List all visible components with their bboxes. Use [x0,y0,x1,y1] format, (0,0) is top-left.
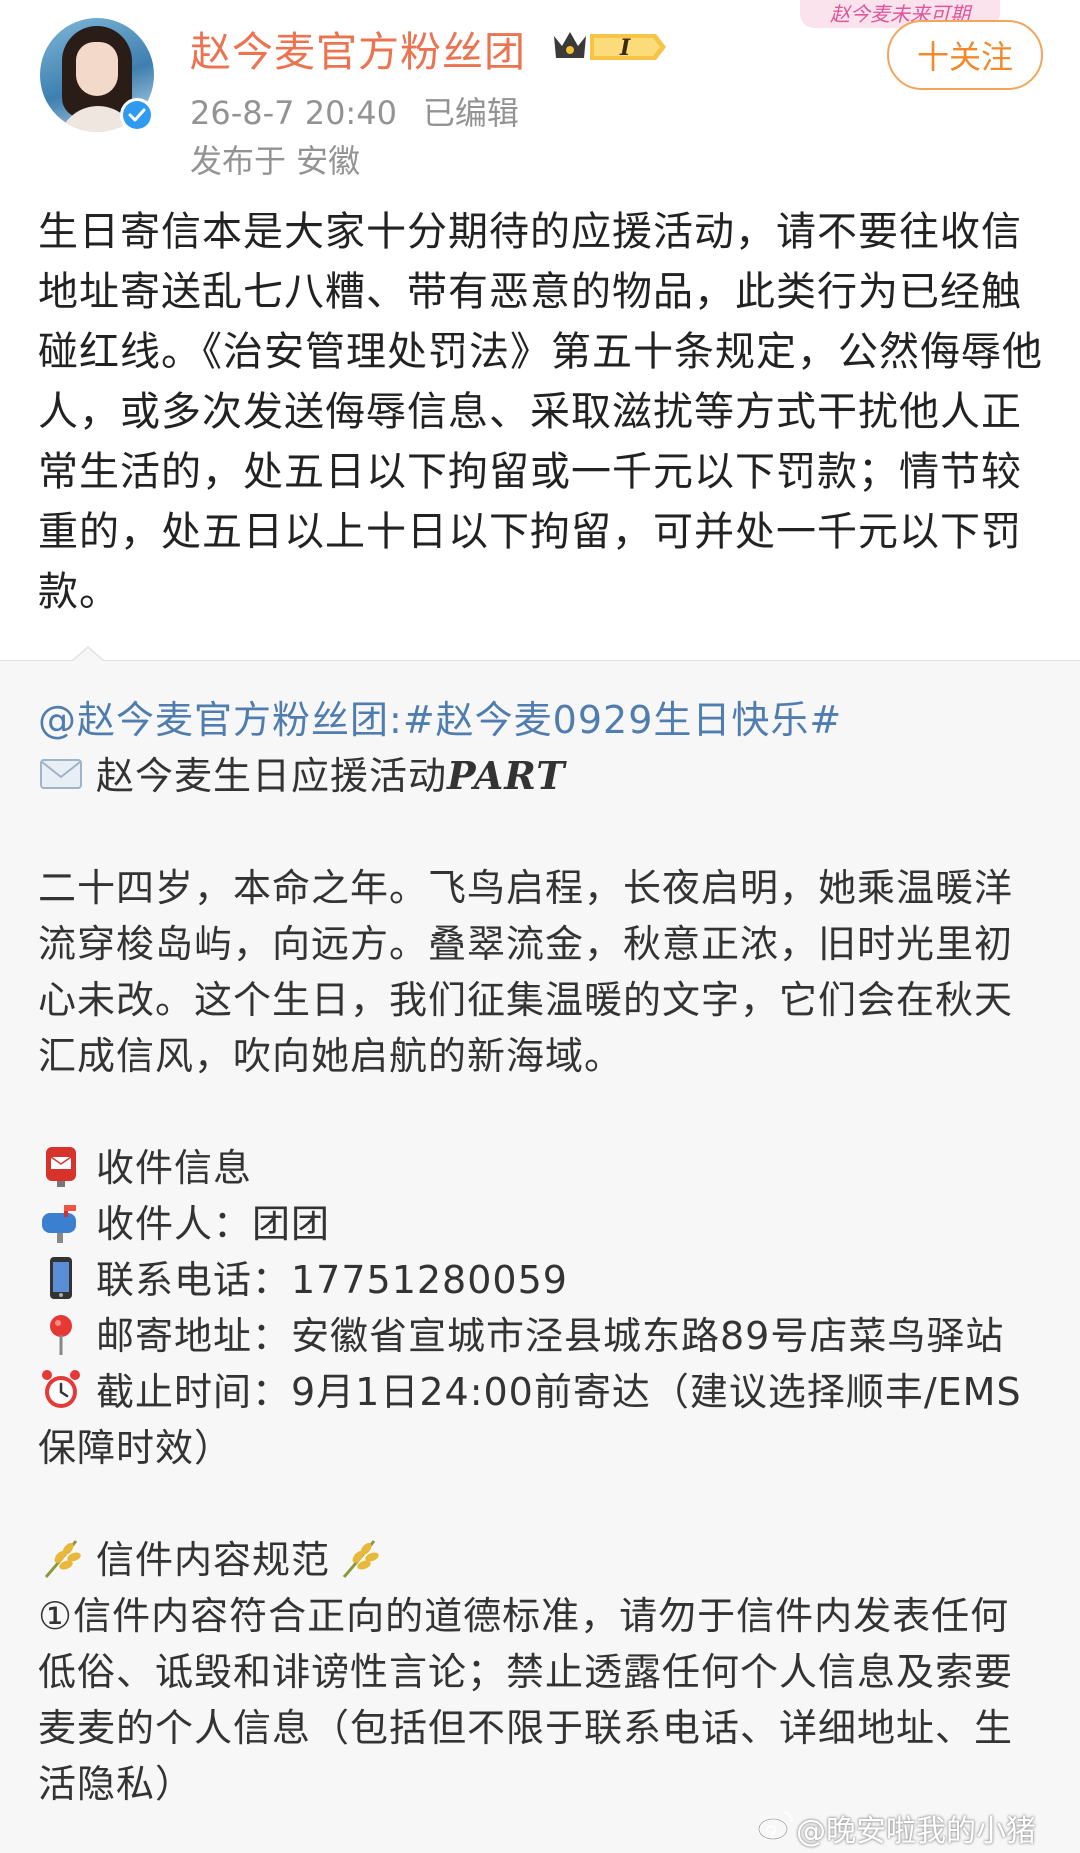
weibo-logo-icon [757,1810,793,1841]
repost-content: @赵今麦官方粉丝团:#赵今麦0929生日快乐# 赵今麦生日应援活动PART 二十… [38,692,1048,1812]
watermark: @晚安啦我的小猪 [796,1814,1036,1849]
deadline: 截止时间：9月1日24:00前寄达（建议选择顺丰/EMS保障时效） [38,1370,1022,1470]
post-header: 赵今麦官方粉丝团 I 26-8-7 20:40 已编辑 发布于 安徽 赵今麦未来可… [0,0,1080,185]
recipient: 收件人：团团 [96,1202,331,1246]
edited-label[interactable]: 已编辑 [423,94,519,132]
rules-heading: 信件内容规范 [96,1538,331,1582]
intro-paragraph: 二十四岁，本命之年。飞鸟启程，长夜启明，她乘温暖洋流穿梭岛屿，向远方。叠翠流金，… [38,866,1014,1078]
mention-link[interactable]: @赵今麦官方粉丝团 [38,698,389,742]
username[interactable]: 赵今麦官方粉丝团 [190,18,526,78]
mailbox-icon [42,1205,76,1243]
rice-icon [342,1540,379,1578]
follow-button[interactable]: 十关注 [887,20,1043,90]
verified-icon [120,98,154,132]
hashtag-link[interactable]: #赵今麦0929生日快乐# [403,698,842,742]
rank-label: I [619,35,631,61]
envelope-icon [40,759,82,789]
alarm-clock-icon [42,1370,80,1408]
post-meta: 26-8-7 20:40 已编辑 [190,88,519,134]
rice-icon [44,1540,81,1578]
address: 邮寄地址：安徽省宣城市泾县城东路89号店菜鸟驿站 [96,1314,1005,1358]
avatar[interactable] [40,18,154,132]
info-heading: 收件信息 [96,1146,253,1190]
activity-title: 赵今麦生日应援活动 [96,754,448,798]
phone[interactable]: 联系电话：17751280059 [96,1258,568,1302]
phone-icon [50,1257,72,1299]
post-text: 生日寄信本是大家十分期待的应援活动，请不要往收信地址寄送乱七八糟、带有恶意的物品… [38,209,1043,615]
pin-icon [50,1315,72,1355]
timestamp: 26-8-7 20:40 [190,94,397,132]
repost-caret [72,648,104,662]
rule-1: ①信件内容符合正向的道德标准，请勿于信件内发表任何低俗、诋毁和诽谤性言论；禁止透… [38,1594,1014,1806]
activity-title-suffix: PART [447,753,566,798]
post-location: 发布于 安徽 [190,142,361,180]
fan-rank-badge: I [550,26,670,68]
postbox-icon [46,1147,76,1187]
